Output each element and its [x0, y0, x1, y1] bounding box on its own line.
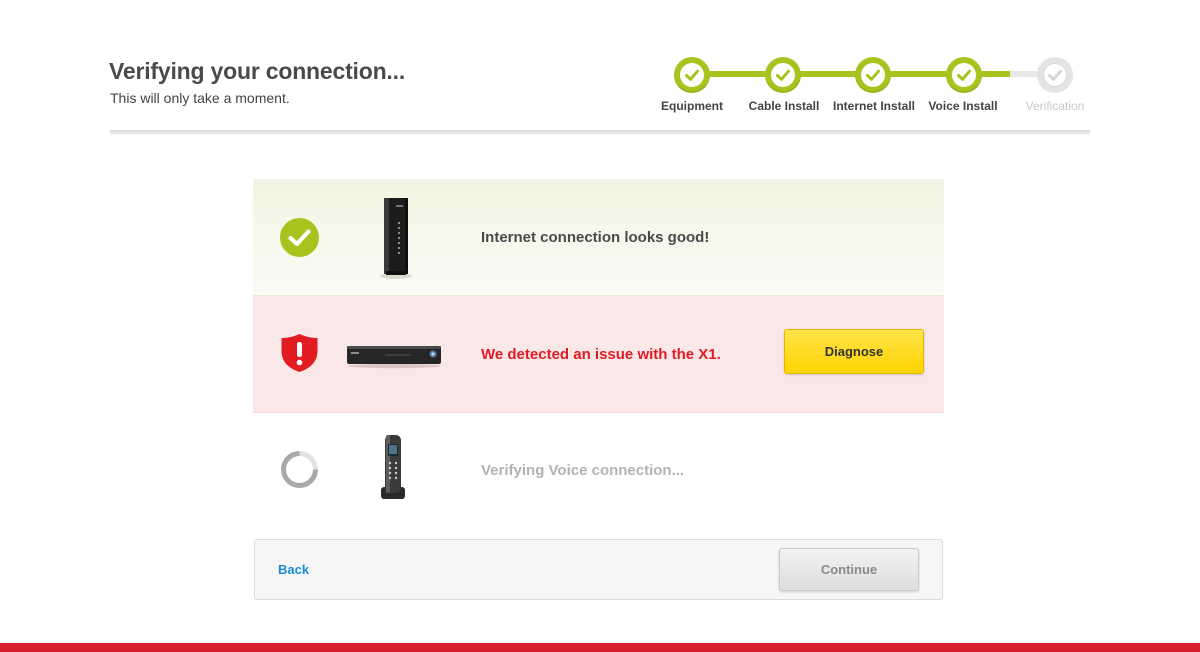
- footer-action-bar: Back Continue: [254, 539, 943, 600]
- step-label-cable-install: Cable Install: [748, 99, 820, 113]
- step-verification-check-icon: [1037, 57, 1073, 93]
- continue-button[interactable]: Continue: [779, 548, 919, 591]
- step-label-internet-install: Internet Install: [832, 99, 916, 113]
- step-internet-install-check-icon: [855, 57, 891, 93]
- step-voice-install-check-icon: [946, 57, 982, 93]
- error-shield-icon: [281, 334, 318, 372]
- x1-status-message: We detected an issue with the X1.: [481, 346, 721, 363]
- step-label-verification: Verification: [1025, 99, 1085, 113]
- cordless-phone-icon: [381, 435, 405, 499]
- loading-spinner-icon: [281, 451, 318, 488]
- x1-status-row: We detected an issue with the X1. Diagno…: [253, 296, 944, 413]
- success-check-icon: [280, 218, 319, 257]
- brand-footer-bar: [0, 643, 1200, 652]
- internet-status-row: Internet connection looks good!: [253, 179, 944, 296]
- step-cable-install-check-icon: [765, 57, 801, 93]
- cable-modem-icon: [380, 198, 412, 279]
- back-link[interactable]: Back: [278, 562, 309, 577]
- step-label-voice-install: Voice Install: [928, 99, 998, 113]
- diagnose-button[interactable]: Diagnose: [784, 329, 924, 374]
- step-label-equipment: Equipment: [661, 99, 723, 113]
- x1-set-top-box-icon: [347, 346, 441, 369]
- step-equipment-check-icon: [674, 57, 710, 93]
- progress-tracker: Equipment Cable Install Internet Install…: [0, 0, 1200, 120]
- voice-status-message: Verifying Voice connection...: [481, 462, 685, 479]
- voice-status-row: Verifying Voice connection...: [253, 413, 944, 528]
- internet-status-message: Internet connection looks good!: [481, 229, 710, 246]
- header-divider: [110, 130, 1090, 135]
